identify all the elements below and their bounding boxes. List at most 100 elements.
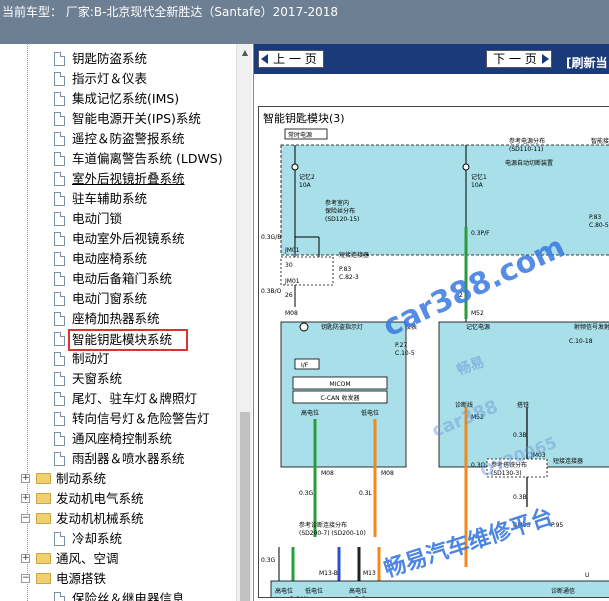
document-icon [54,132,65,146]
tree-item-label: 智能电源开关(IPS)系统 [72,111,201,126]
tree-item-label: 雨刮器＆喷水器系统 [72,451,185,466]
always-power-label: 常时电源 [288,131,312,139]
ref-fuse-code: (SD120-15) [325,216,359,223]
diag-comm-label: 诊断通信 [551,587,575,595]
tree-item-label: 天窗系统 [72,371,123,386]
document-icon [54,172,65,186]
tree-item[interactable]: 电动门锁 [0,209,236,229]
tree-item[interactable]: 通风座椅控制系统 [0,429,236,449]
tree-item-label: 冷却系统 [72,531,123,546]
document-icon [54,152,65,166]
document-icon [54,72,65,86]
tree-item-label: 保险丝＆继电器信息 [72,591,185,601]
m08-label: M08 [381,470,394,477]
scroll-up-arrow-icon[interactable]: ▲ [237,46,253,60]
document-icon [54,432,65,446]
bcan-bottom-label: B-C [355,596,365,598]
title-bar: 当前车型： 厂家:B-北京现代全新胜达（Santafe）2017-2018 [0,0,609,44]
ipf-gen-label: 射频信号发射器 [574,323,609,331]
tree-item[interactable]: 保险丝＆继电器信息 [0,589,236,601]
tree-item-label: 电动后备箱门系统 [72,271,173,286]
tree-item[interactable]: 电动室外后视镜系统 [0,229,236,249]
high-label: 高电位 [275,587,293,595]
tree-item[interactable]: 遥控＆防盗警报系统 [0,129,236,149]
document-icon [54,252,65,266]
tree-item[interactable]: 电动后备箱门系统 [0,269,236,289]
tree-item-label: 电动室外后视镜系统 [72,231,185,246]
auto-cut-label: 电源自动切断装置 [505,159,553,167]
expand-icon[interactable]: + [21,554,30,563]
mem-power-label: 记忆电源 [466,323,490,331]
expand-icon[interactable]: + [21,494,30,503]
tree-item-label: 室外后视镜折叠系统 [72,171,185,186]
tree-item[interactable]: + 发动机电气系统 [0,489,236,509]
tree-item[interactable]: 驻车辅助系统 [0,189,236,209]
diagram-viewer: 上 一 页 下 一 页 [刷新当 智能钥匙模块(3) 常时电源 参考电源分布 (SD… [253,44,609,601]
document-icon [54,92,65,106]
jm01-label: JM01 [284,247,300,254]
next-page-label: 下 一 页 [493,52,537,66]
m08-label: M08 [285,310,298,317]
tree-item[interactable]: 座椅加热器系统 [0,309,236,329]
document-icon [54,392,65,406]
tree-item[interactable]: − 电源搭铁 [0,569,236,589]
ref-power-label: 参考电源分布 [509,137,545,145]
document-icon [54,452,65,466]
tree-item[interactable]: 室外后视镜折叠系统 [0,169,236,189]
wire-label: 0.3B [513,494,527,501]
document-icon [54,232,65,246]
wiring-diagram-svg: 常时电源参考电源分布(SD110-11)智能接线盒记忆210A记忆110A电源自… [261,128,609,598]
document-icon [54,292,65,306]
low-label: 低电位 [305,587,323,595]
tree-item-label: 遥控＆防盗警报系统 [72,131,185,146]
document-icon [54,112,65,126]
tree-item[interactable]: 电动座椅系统 [0,249,236,269]
tree-view[interactable]: 钥匙防盗系统指示灯＆仪表 集成记忆系统(IMS) 智能电源开关(IPS)系统 遥控＆防… [0,44,236,601]
u-label: U [585,572,589,579]
wire-label: 0.3G [261,557,276,564]
tree-item[interactable]: + 制动系统 [0,469,236,489]
document-icon [54,532,65,546]
tree-item[interactable]: 指示灯＆仪表 [0,69,236,89]
ref-diag-code: (SD200-7) (SD200-10) [299,530,366,537]
tree-item[interactable]: 智能电源开关(IPS)系统 [0,109,236,129]
wire-label: 0.3B/O [261,288,282,295]
collapse-icon[interactable]: − [21,574,30,583]
tree-item[interactable]: 制动灯 [0,349,236,369]
document-icon [54,412,65,426]
tree-item[interactable]: + 通风、空调 [0,549,236,569]
scrollbar-thumb[interactable] [240,412,250,601]
expand-icon[interactable]: + [21,474,30,483]
wire-label: 0.3P/F [471,230,490,237]
tree-item[interactable]: − 发动机机械系统 [0,509,236,529]
tree-item[interactable]: 电动门窗系统 [0,289,236,309]
short-conn2-label: 短接连接器 [553,457,583,465]
tree-item[interactable]: 冷却系统 [0,529,236,549]
tree-item-label: 制动系统 [56,471,107,486]
tree-item[interactable]: 转向信号灯＆危险警告灯 [0,409,236,429]
tree-item-label: 座椅加热器系统 [72,311,160,326]
tree-scrollbar[interactable]: ▲ [236,44,252,601]
tree-item-label: 智能钥匙模块系统 [68,329,189,351]
document-icon [54,352,65,366]
tree-item-label: 钥匙防盗系统 [72,51,148,66]
tree-item[interactable]: 天窗系统 [0,369,236,389]
tree-item[interactable]: 集成记忆系统(IMS) [0,89,236,109]
tree-item-label: 通风、空调 [56,551,119,566]
tree-item[interactable]: 智能钥匙模块系统 [0,329,236,351]
next-page-button[interactable]: 下 一 页 [486,50,552,68]
collapse-icon[interactable]: − [21,514,30,523]
tree-item-label: 电动门窗系统 [72,291,148,306]
ref-diag-label: 参考诊断连接分布 [299,521,347,529]
tree-item[interactable]: 钥匙防盗系统 [0,49,236,69]
prev-page-button[interactable]: 上 一 页 [258,50,324,68]
folder-icon [36,553,51,564]
refresh-link[interactable]: [刷新当 [566,54,608,71]
jm01-label-2: JM01 [284,278,300,285]
tree-item[interactable]: 车道偏离警告系统 (LDWS) [0,149,236,169]
tree-item[interactable]: 雨刮器＆喷水器系统 [0,449,236,469]
can-high-label: 高电位 [301,409,319,417]
tree-item[interactable]: 尾灯、驻车灯＆牌照灯 [0,389,236,409]
pin-c1018: C.10-18 [569,338,593,345]
key-indicator-label: 钥匙防盗指示灯 [321,323,363,331]
